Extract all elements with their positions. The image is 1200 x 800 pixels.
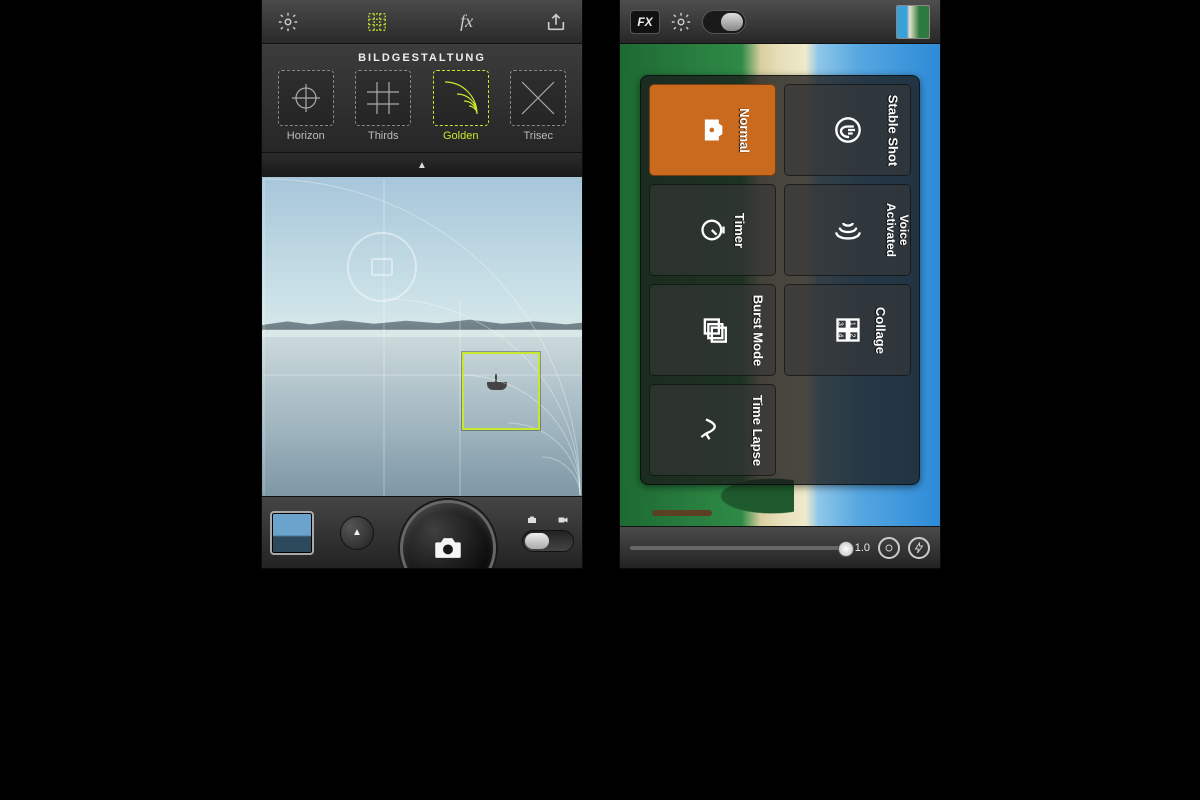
shutter-button[interactable]	[400, 500, 496, 569]
mode-label: Collage	[873, 307, 888, 354]
photo-mode-icon	[525, 514, 539, 526]
grid-overlay-button[interactable]	[361, 6, 393, 38]
flash-button[interactable]	[908, 537, 930, 559]
collapse-panel-button[interactable]: ▲	[417, 160, 427, 171]
mode-stable-shot[interactable]: Stable Shot	[784, 84, 911, 176]
composition-option-thirds[interactable]: Thirds	[348, 70, 420, 142]
share-button[interactable]	[540, 6, 572, 38]
capture-modes-panel: Normal Timer Burst Mode Time Lapse Stabl…	[640, 75, 920, 485]
mode-normal[interactable]: Normal	[649, 84, 776, 176]
share-icon	[545, 11, 567, 33]
composition-option-golden[interactable]: Golden	[425, 70, 497, 142]
horizon-icon	[286, 78, 326, 118]
trisec-icon	[518, 78, 558, 118]
camera-app-left: fx BILDGESTALTUNG Horizon Thirds Golden …	[262, 0, 582, 568]
timelapse-icon	[698, 415, 728, 445]
drawer-up-button[interactable]: ▲	[340, 516, 374, 550]
zoom-value: 1.0	[855, 542, 870, 554]
mode-label: Normal	[737, 108, 752, 153]
video-mode-icon	[555, 514, 571, 526]
mode-collage[interactable]: 1 2 3 4 Collage	[784, 284, 911, 376]
mode-label: Stable Shot	[885, 94, 900, 166]
camera-icon	[698, 115, 728, 145]
composition-option-trisec[interactable]: Trisec	[503, 70, 575, 142]
bottom-bar: ▲	[262, 496, 582, 568]
camera-icon	[431, 531, 465, 565]
mode-label: Burst Mode	[750, 294, 765, 366]
grid-icon	[366, 11, 388, 33]
svg-text:1: 1	[848, 322, 855, 326]
mode-label: Timer	[732, 212, 747, 247]
zoom-slider[interactable]	[630, 546, 847, 550]
mode-label: Time Lapse	[750, 394, 765, 465]
effects-button[interactable]: fx	[451, 6, 483, 38]
mode-burst[interactable]: Burst Mode	[649, 284, 776, 376]
exposure-reticle[interactable]	[347, 232, 417, 302]
svg-text:3: 3	[836, 322, 843, 326]
gallery-thumbnail[interactable]	[270, 511, 314, 555]
camera-app-right: FX Normal Timer Burst Mode Time Lapse	[620, 0, 940, 568]
photo-video-toggle[interactable]	[522, 514, 574, 552]
thirds-icon	[363, 78, 403, 118]
focus-reticle[interactable]	[462, 352, 540, 430]
composition-options: Horizon Thirds Golden Trisec	[270, 70, 574, 142]
svg-text:4: 4	[836, 334, 843, 338]
mode-timer[interactable]: Timer	[649, 184, 776, 276]
burst-icon	[698, 315, 728, 345]
mode-timelapse[interactable]: Time Lapse	[649, 384, 776, 476]
fx-label: fx	[460, 11, 473, 32]
composition-option-label: Trisec	[523, 130, 553, 142]
composition-option-label: Golden	[443, 130, 478, 142]
gear-icon[interactable]	[670, 11, 692, 33]
composition-option-horizon[interactable]: Horizon	[270, 70, 342, 142]
toolbar: fx	[262, 0, 582, 44]
mode-voice-activated[interactable]: VoiceActivated	[784, 184, 911, 276]
svg-text:2: 2	[848, 334, 855, 338]
composition-panel: BILDGESTALTUNG Horizon Thirds Golden Tri…	[262, 44, 582, 153]
settings-button[interactable]	[272, 6, 304, 38]
golden-spiral-icon	[441, 78, 481, 118]
composition-option-label: Horizon	[287, 130, 325, 142]
collage-icon: 1 2 3 4	[833, 315, 863, 345]
toolbar: FX	[620, 0, 940, 44]
gear-icon	[277, 11, 299, 33]
focus-mode-button[interactable]	[878, 537, 900, 559]
sound-wave-icon	[833, 215, 863, 245]
front-rear-camera-toggle[interactable]	[702, 10, 746, 34]
composition-option-label: Thirds	[368, 130, 399, 142]
fx-button[interactable]: FX	[630, 10, 660, 34]
timer-icon	[698, 215, 728, 245]
hand-icon	[833, 115, 863, 145]
mode-label: VoiceActivated	[884, 190, 910, 270]
gallery-thumbnail[interactable]	[896, 5, 930, 39]
viewfinder[interactable]	[262, 177, 582, 497]
bottom-strip: 1.0	[620, 526, 940, 568]
composition-panel-title: BILDGESTALTUNG	[270, 52, 574, 64]
